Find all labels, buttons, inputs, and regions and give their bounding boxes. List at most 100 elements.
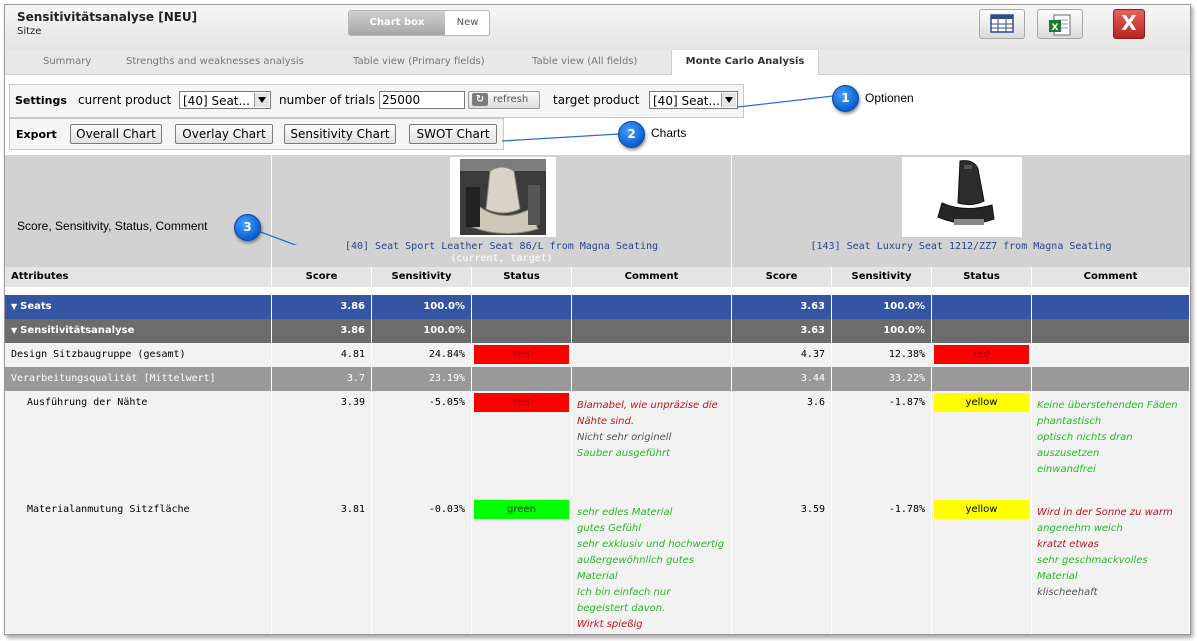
comment-cell: Blamabel, wie unpräzise die Nähte sind. Ni… (572, 391, 732, 498)
score-cell: 3.7 (272, 367, 372, 391)
comment-line: außergewöhnlich gutes (577, 555, 695, 566)
score-cell: 3.86 (272, 319, 372, 343)
sensitivity-cell: -5.05% (372, 391, 472, 498)
column-header-sensitivity: Sensitivity (372, 267, 472, 287)
expand-triangle-icon[interactable]: ▼ (11, 326, 17, 335)
status-cell (472, 367, 572, 391)
attribute-cell[interactable]: Design Sitzbaugruppe (gesamt) (5, 343, 272, 367)
comment-line: sehr geschmackvolles (1037, 555, 1148, 566)
comment-line: angenehm weich (1037, 523, 1123, 534)
column-header-score: Score (732, 267, 832, 287)
app-window: Sensitivitätsanalyse [NEU] Sitze Chart b… (4, 4, 1191, 635)
score-cell: 4.37 (732, 343, 832, 367)
comment-line: Sauber ausgeführt (577, 448, 671, 459)
comment-line: Keine überstehenden Fäden (1037, 400, 1178, 411)
comment-line: kratzt etwas (1037, 539, 1099, 550)
score-cell: 3.59 (732, 498, 832, 634)
sensitivity-cell: 12.38% (832, 343, 932, 367)
comment-cell: sehr edles Material gutes Gefühl sehr exkl… (572, 498, 732, 634)
sensitivity-cell: 33.22% (832, 367, 932, 391)
comment-cell (572, 319, 732, 343)
score-cell: 3.6 (732, 391, 832, 498)
table-row: Design Sitzbaugruppe (gesamt) 4.81 24.84% r… (5, 343, 1190, 368)
sensitivity-cell: -0.03% (372, 498, 472, 634)
status-cell (472, 319, 572, 343)
attribute-cell[interactable]: ▼ Sensitivitätsanalyse (5, 319, 272, 343)
attribute-label: Ausführung der Nähte (27, 397, 148, 408)
attribute-cell[interactable]: Verarbeitungsqualität [Mittelwert] (5, 367, 272, 391)
table-row: ▼ Seats 3.86 100.0% 3.63 100.0% (5, 295, 1190, 320)
comment-line: sehr exklusiv und hochwertig (577, 539, 725, 550)
comment-line: Material (577, 571, 618, 582)
callout-1-text: Optionen (865, 91, 914, 105)
comment-line: einwandfrei (1037, 464, 1096, 475)
score-cell: 3.44 (732, 367, 832, 391)
sensitivity-cell: -1.78% (832, 498, 932, 634)
column-header-sensitivity: Sensitivity (832, 267, 932, 287)
comment-cell (572, 295, 732, 319)
status-cell (472, 295, 572, 319)
comment-cell (1032, 295, 1190, 319)
attribute-cell[interactable]: ▼ Seats (5, 295, 272, 319)
score-cell: 3.81 (272, 498, 372, 634)
status-cell: red (932, 343, 1032, 367)
callout-2-badge: 2 (618, 121, 645, 148)
status-badge: red (934, 345, 1029, 364)
score-cell: 3.63 (732, 295, 832, 319)
callout-lines (246, 95, 834, 245)
comment-line: Wird in der Sonne zu warm (1037, 507, 1173, 518)
status-cell: yellow (932, 391, 1032, 498)
comment-cell (1032, 319, 1190, 343)
sensitivity-cell: 100.0% (832, 319, 932, 343)
comment-cell (1032, 343, 1190, 367)
comment-line: optisch nichts dran (1037, 432, 1133, 443)
comment-line: Ich bin einfach nur (577, 587, 671, 598)
attribute-cell[interactable]: Ausführung der Nähte (5, 391, 272, 498)
attribute-label: Sensitivitätsanalyse (20, 325, 135, 336)
status-cell (932, 367, 1032, 391)
comment-line: Nicht sehr originell (577, 432, 672, 443)
column-header-score: Score (272, 267, 372, 287)
comment-line: auszusetzen (1037, 448, 1100, 459)
attribute-label: Verarbeitungsqualität [Mittelwert] (11, 373, 216, 384)
comment-line: sehr edles Material (577, 507, 673, 518)
table-row: Materialanmutung Sitzfläche 3.81 -0.03% gre… (5, 498, 1190, 634)
comment-line: klischeehaft (1037, 587, 1098, 598)
table-row: Ausführung der Nähte 3.39 -5.05% red Blamabe… (5, 391, 1190, 499)
table-row: Verarbeitungsqualität [Mittelwert] 3.7 23.… (5, 367, 1190, 392)
sensitivity-cell: 100.0% (372, 295, 472, 319)
attribute-label: Seats (20, 301, 52, 312)
comment-cell (572, 367, 732, 391)
score-cell: 4.81 (272, 343, 372, 367)
status-badge: yellow (934, 500, 1029, 519)
comment-cell: Wird in der Sonne zu warm angenehm weich k… (1032, 498, 1190, 634)
column-header-comment: Comment (572, 267, 732, 287)
callout-3-badge: 3 (234, 214, 261, 241)
comment-line: gutes Gefühl (577, 523, 642, 534)
comment-cell: Keine überstehenden Fäden phantastisch opt… (1032, 391, 1190, 498)
status-badge: green (474, 500, 569, 519)
column-header-comment: Comment (1032, 267, 1190, 287)
comment-line: Nähte sind. (577, 416, 635, 427)
product-1-note: (current, target) (450, 253, 553, 264)
table-row: ▼ Sensitivitätsanalyse 3.86 100.0% 3.63 100.0… (5, 319, 1190, 344)
comment-line: Wirkt spießig (577, 619, 643, 630)
column-header-attributes: Attributes (5, 267, 272, 287)
comment-cell (1032, 367, 1190, 391)
status-badge: red (474, 393, 569, 412)
sensitivity-cell: -1.87% (832, 391, 932, 498)
status-cell: yellow (932, 498, 1032, 634)
column-header-status: Status (932, 267, 1032, 287)
sensitivity-cell: 100.0% (832, 295, 932, 319)
callout-1-badge: 1 (832, 85, 859, 112)
sensitivity-cell: 23.19% (372, 367, 472, 391)
attribute-cell[interactable]: Materialanmutung Sitzfläche (5, 498, 272, 634)
score-cell: 3.63 (732, 319, 832, 343)
expand-triangle-icon[interactable]: ▼ (11, 302, 17, 311)
status-badge: red (474, 345, 569, 364)
score-cell: 3.39 (272, 391, 372, 498)
status-cell: red (472, 343, 572, 367)
attribute-label: Design Sitzbaugruppe (gesamt) (11, 349, 186, 360)
status-cell: green (472, 498, 572, 634)
status-cell: red (472, 391, 572, 498)
